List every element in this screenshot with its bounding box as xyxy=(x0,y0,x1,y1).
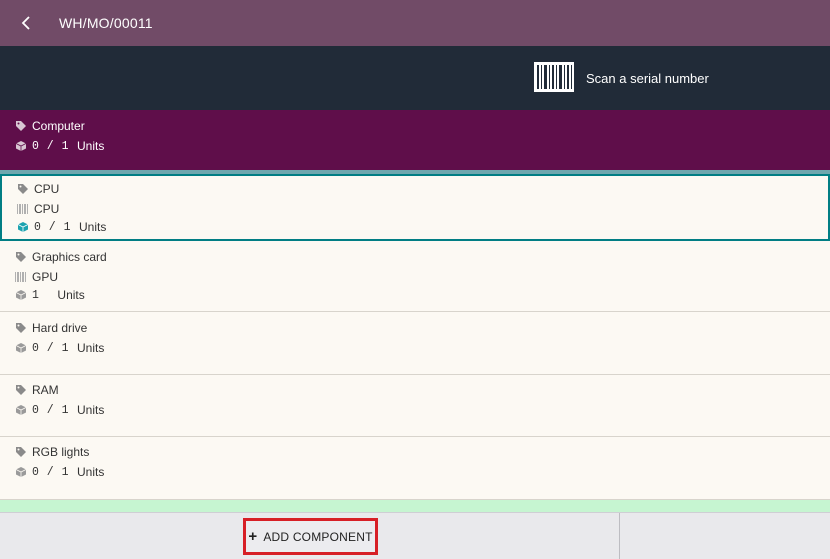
product-row: RAM xyxy=(14,383,59,397)
product-name: Computer xyxy=(32,119,85,133)
cube-icon xyxy=(14,288,28,302)
barcode-icon xyxy=(534,62,574,92)
product-row: RGB lights xyxy=(14,445,89,459)
uom: Units xyxy=(77,403,105,417)
next-line-partial[interactable] xyxy=(0,500,830,512)
product-row: CPU xyxy=(16,182,59,196)
component-line[interactable]: CPU CPU 0 / 1 Units xyxy=(0,174,830,241)
page-title: WH/MO/00011 xyxy=(59,15,153,31)
add-component-button[interactable]: + ADD COMPONENT xyxy=(243,518,378,555)
tags-icon xyxy=(14,321,28,335)
scan-bar[interactable]: Scan a serial number xyxy=(0,46,830,110)
component-line[interactable]: RGB lights 0 / 1 Units xyxy=(0,437,830,500)
uom: Units xyxy=(77,341,105,355)
component-line[interactable]: Hard drive 0 / 1 Units xyxy=(0,312,830,375)
product-row: Graphics card xyxy=(14,250,107,264)
main-product-line[interactable]: Computer 0 / 1 Units xyxy=(0,110,830,170)
quantity: 1 xyxy=(32,288,40,302)
quantity: 0 / 1 xyxy=(32,403,70,417)
scan-label: Scan a serial number xyxy=(586,71,709,86)
component-line[interactable]: Graphics card GPU 1 Units xyxy=(0,241,830,312)
component-line[interactable]: RAM 0 / 1 Units xyxy=(0,375,830,437)
qty-row: 0 / 1 Units xyxy=(14,139,104,153)
quantity: 0 / 1 xyxy=(32,139,70,153)
cube-icon xyxy=(14,465,28,479)
qty-row: 0 / 1 Units xyxy=(14,465,104,479)
product-row: Hard drive xyxy=(14,321,87,335)
barcode-small-icon xyxy=(16,202,30,216)
tags-icon xyxy=(14,119,28,133)
lot-row: CPU xyxy=(16,202,59,216)
lot-name: CPU xyxy=(34,202,60,216)
tags-icon xyxy=(14,445,28,459)
uom: Units xyxy=(77,465,105,479)
qty-row: 0 / 1 Units xyxy=(14,403,104,417)
cube-icon xyxy=(14,139,28,153)
lot-name: GPU xyxy=(32,270,59,284)
uom: Units xyxy=(79,220,107,234)
cube-icon xyxy=(14,403,28,417)
product-row: Computer xyxy=(14,119,85,133)
product-name: Graphics card xyxy=(32,250,107,264)
qty-row: 0 / 1 Units xyxy=(16,220,106,234)
chevron-left-icon xyxy=(21,16,30,30)
quantity: 0 / 1 xyxy=(34,220,72,234)
quantity: 0 / 1 xyxy=(32,465,70,479)
tags-icon xyxy=(16,182,30,196)
lot-row: GPU xyxy=(14,270,58,284)
quantity: 0 / 1 xyxy=(32,341,70,355)
qty-row: 0 / 1 Units xyxy=(14,341,104,355)
product-name: CPU xyxy=(34,182,60,196)
plus-icon: + xyxy=(248,528,258,545)
tags-icon xyxy=(14,250,28,264)
top-header: WH/MO/00011 xyxy=(0,0,830,46)
product-name: RGB lights xyxy=(32,445,90,459)
divider xyxy=(619,513,620,559)
cube-icon xyxy=(14,341,28,355)
barcode-small-icon xyxy=(14,270,28,284)
bottom-action-bar: + ADD COMPONENT xyxy=(0,512,830,559)
add-component-label: ADD COMPONENT xyxy=(263,529,373,544)
tags-icon xyxy=(14,383,28,397)
qty-row: 1 Units xyxy=(14,288,85,302)
uom: Units xyxy=(77,139,105,153)
back-button[interactable] xyxy=(0,0,52,46)
product-name: Hard drive xyxy=(32,321,88,335)
uom: Units xyxy=(57,288,85,302)
product-name: RAM xyxy=(32,383,59,397)
cube-icon xyxy=(16,220,30,234)
